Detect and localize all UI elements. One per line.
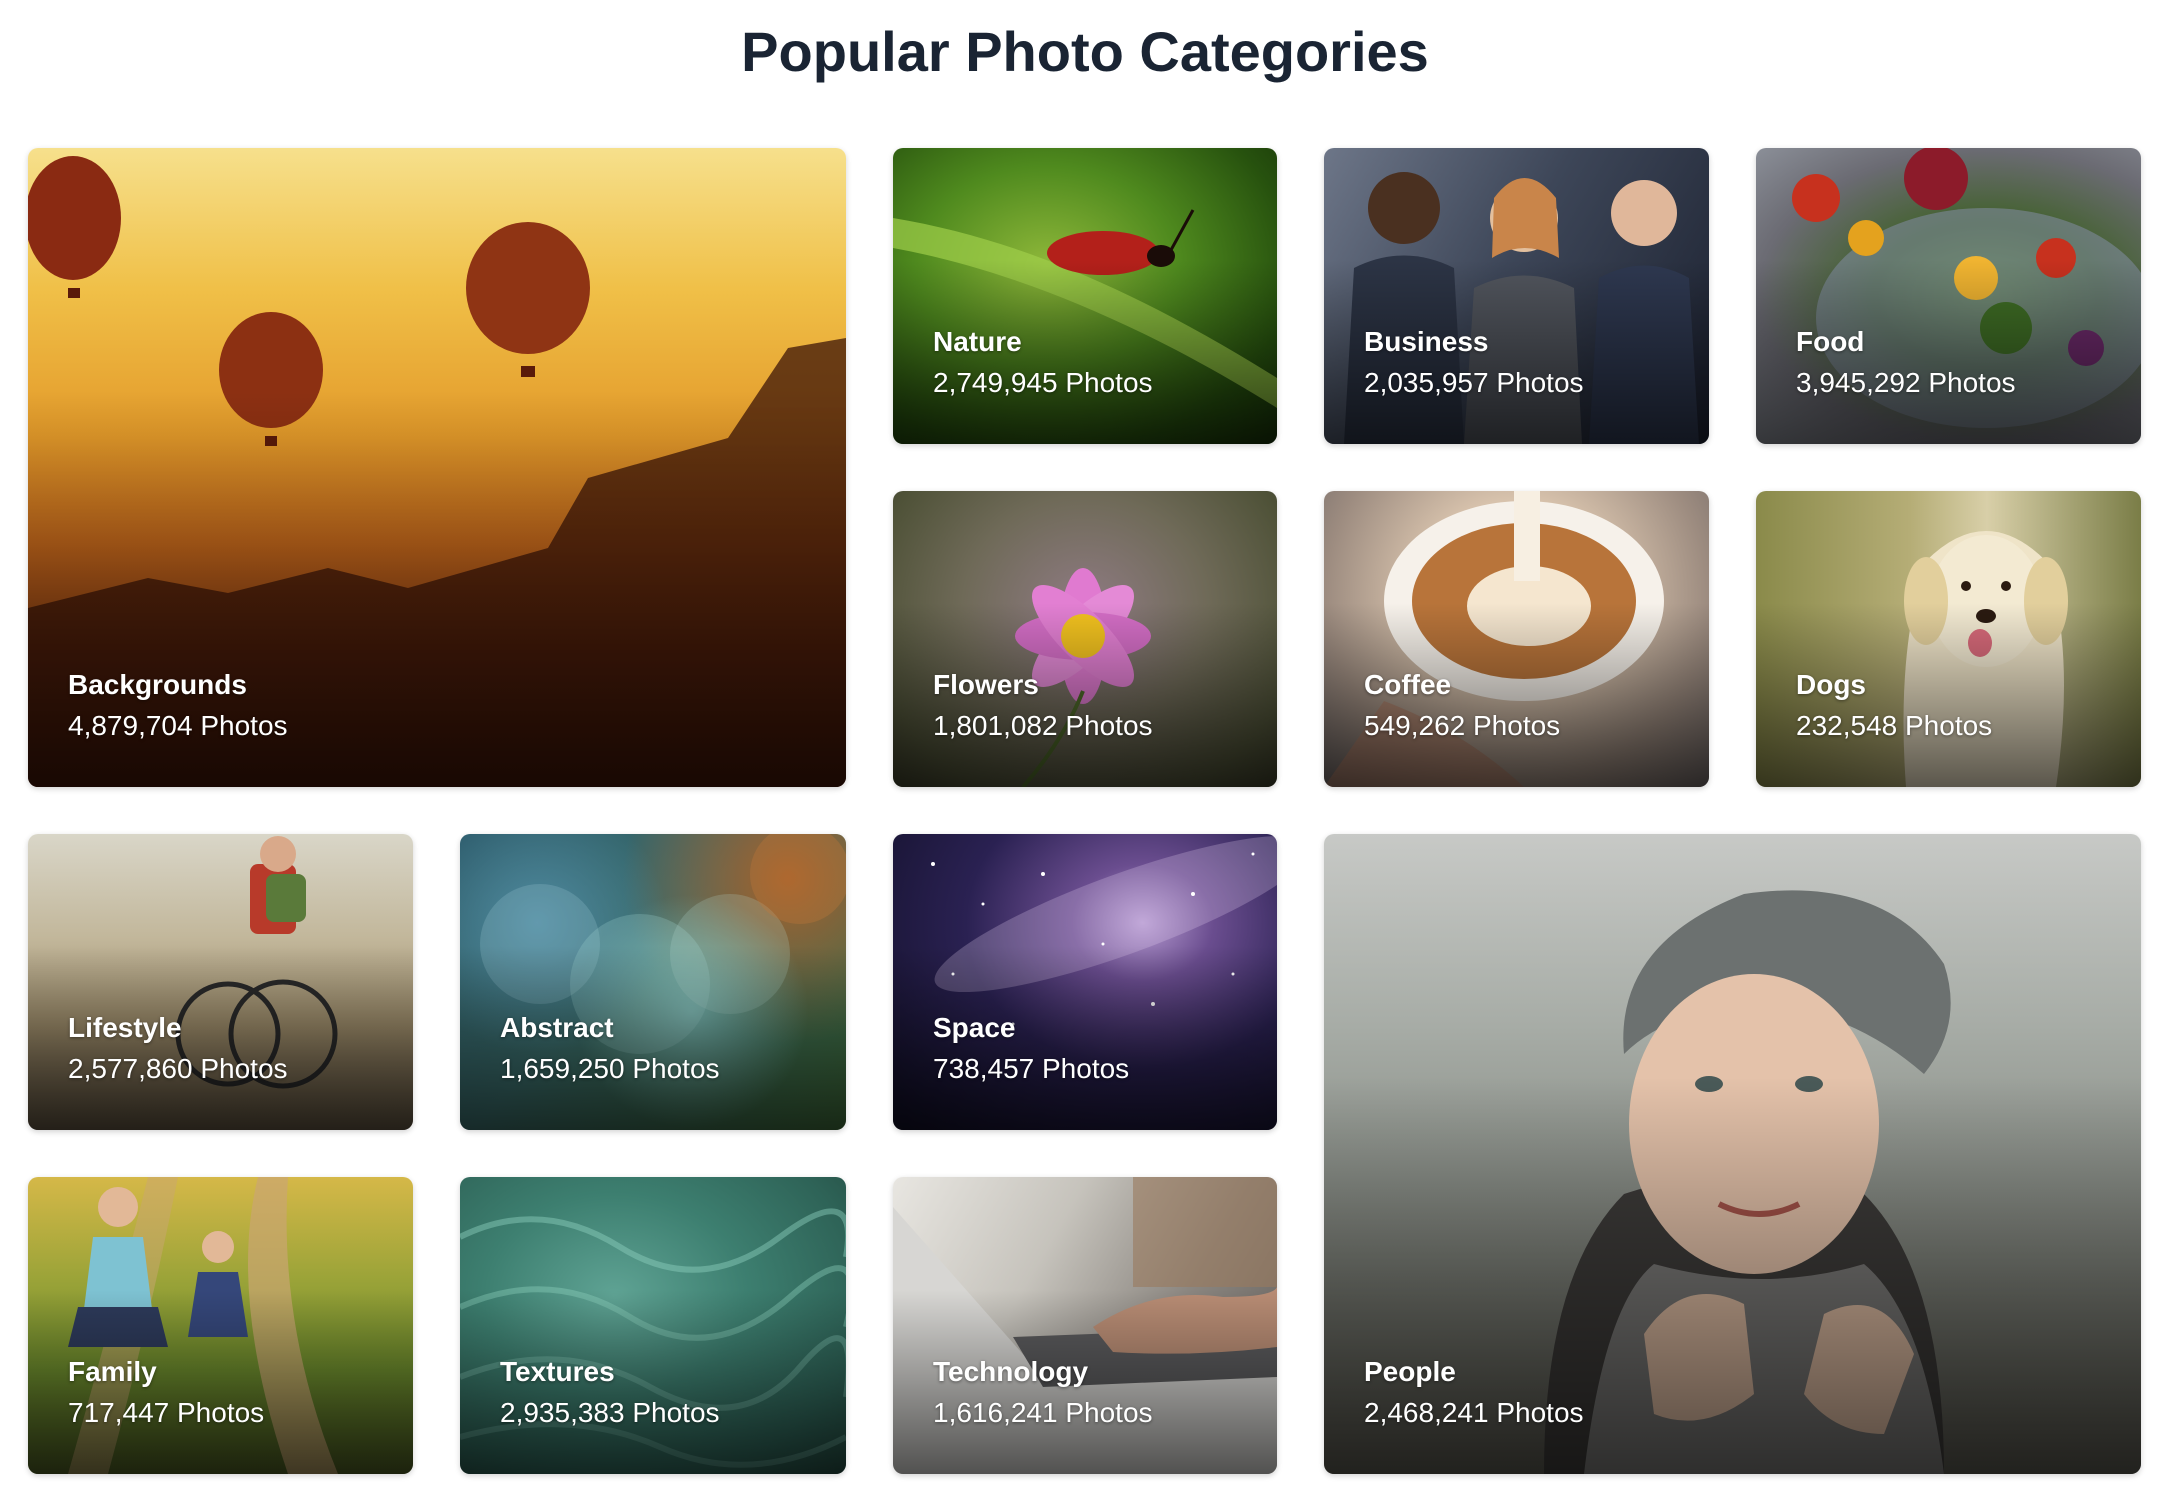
category-label: Business 2,035,957 Photos [1364, 322, 1584, 404]
photo-count: 1,801,082 Photos [933, 710, 1153, 741]
photo-count: 2,468,241 Photos [1364, 1397, 1584, 1428]
category-card-coffee[interactable]: Coffee 549,262 Photos [1324, 491, 1709, 787]
category-label: Dogs 232,548 Photos [1796, 665, 1992, 747]
page-title: Popular Photo Categories [741, 20, 1429, 83]
photo-count: 2,935,383 Photos [500, 1397, 720, 1428]
category-label: Space 738,457 Photos [933, 1008, 1129, 1090]
photo-count: 738,457 Photos [933, 1053, 1130, 1084]
category-name: Food [1796, 326, 1865, 357]
category-name: Technology [933, 1356, 1089, 1387]
category-name: Business [1364, 326, 1489, 357]
category-card-food[interactable]: Food 3,945,292 Photos [1756, 148, 2141, 444]
category-card-technology[interactable]: Technology 1,616,241 Photos [893, 1177, 1277, 1474]
photo-count: 717,447 Photos [68, 1397, 265, 1428]
category-name: Textures [500, 1356, 615, 1387]
category-card-business[interactable]: Business 2,035,957 Photos [1324, 148, 1709, 444]
category-name: People [1364, 1356, 1456, 1387]
category-label: Abstract 1,659,250 Photos [500, 1008, 720, 1090]
photo-count: 1,616,241 Photos [933, 1397, 1153, 1428]
category-label: Food 3,945,292 Photos [1796, 322, 2016, 404]
category-name: Lifestyle [68, 1012, 182, 1043]
category-name: Abstract [500, 1012, 614, 1043]
photo-count: 549,262 Photos [1364, 710, 1561, 741]
category-card-backgrounds[interactable]: Backgrounds 4,879,704 Photos [28, 148, 846, 787]
photo-count: 232,548 Photos [1796, 710, 1993, 741]
category-label: Technology 1,616,241 Photos [933, 1352, 1153, 1434]
category-name: Dogs [1796, 669, 1866, 700]
category-card-space[interactable]: Space 738,457 Photos [893, 834, 1277, 1130]
category-name: Coffee [1364, 669, 1452, 700]
category-label: Textures 2,935,383 Photos [500, 1352, 720, 1434]
photo-count: 4,879,704 Photos [68, 710, 288, 741]
photo-count: 1,659,250 Photos [500, 1053, 720, 1084]
category-label: Coffee 549,262 Photos [1364, 665, 1560, 747]
category-card-abstract[interactable]: Abstract 1,659,250 Photos [460, 834, 846, 1130]
category-card-flowers[interactable]: Flowers 1,801,082 Photos [893, 491, 1277, 787]
category-name: Nature [933, 326, 1022, 357]
photo-count: 2,035,957 Photos [1364, 367, 1584, 398]
category-card-nature[interactable]: Nature 2,749,945 Photos [893, 148, 1277, 444]
category-label: Nature 2,749,945 Photos [933, 322, 1153, 404]
photo-count: 2,577,860 Photos [68, 1053, 288, 1084]
category-name: Backgrounds [68, 669, 247, 700]
category-label: Flowers 1,801,082 Photos [933, 665, 1153, 747]
category-name: Family [68, 1356, 157, 1387]
category-card-dogs[interactable]: Dogs 232,548 Photos [1756, 491, 2141, 787]
photo-count: 3,945,292 Photos [1796, 367, 2016, 398]
category-label: People 2,468,241 Photos [1364, 1352, 1584, 1434]
category-card-people[interactable]: People 2,468,241 Photos [1324, 834, 2141, 1474]
category-card-lifestyle[interactable]: Lifestyle 2,577,860 Photos [28, 834, 413, 1130]
category-label: Lifestyle 2,577,860 Photos [68, 1008, 288, 1090]
category-card-family[interactable]: Family 717,447 Photos [28, 1177, 413, 1474]
page: Popular Photo Categories Backgrounds 4,8… [0, 0, 2160, 1496]
category-label: Backgrounds 4,879,704 Photos [68, 665, 288, 747]
category-label: Family 717,447 Photos [68, 1352, 264, 1434]
photo-count: 2,749,945 Photos [933, 367, 1153, 398]
category-card-textures[interactable]: Textures 2,935,383 Photos [460, 1177, 846, 1474]
category-name: Space [933, 1012, 1016, 1043]
category-name: Flowers [933, 669, 1039, 700]
